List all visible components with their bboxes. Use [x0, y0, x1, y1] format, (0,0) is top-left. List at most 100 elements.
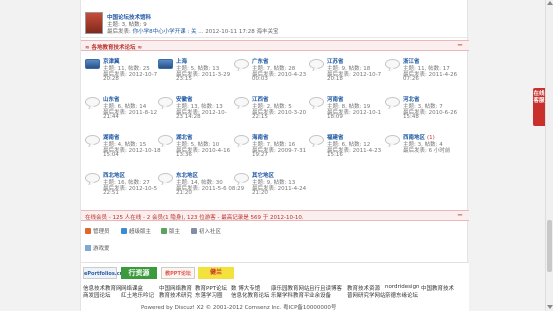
legend-label: 版主: [169, 229, 181, 235]
forum-status-icon: [234, 135, 249, 145]
forum-last-time: 15:16: [327, 152, 343, 158]
forum-cell[interactable]: 上海 主题: 5, 帖数: 13 最后发表: 2011-3-29 23:15: [156, 55, 231, 89]
section-header: ≈ 各地教育技术论坛 ≈ −: [81, 40, 469, 51]
online-user-name: 游戏爱: [93, 246, 110, 252]
last-post-time: ... 2012-10-11 17:28 海丰关宝: [198, 29, 279, 35]
forum-cell[interactable]: 江西省 主题: 2, 帖数: 5 最后发表: 2010-3-20 22:15: [232, 93, 307, 127]
friend-link[interactable]: 中国教育技术: [421, 284, 454, 292]
link-logo-jianlan[interactable]: 健兰: [198, 267, 234, 279]
forum-cell[interactable]: 浙江省 主题: 11, 帖数: 17 最后发表: 2011-4-26 07:26: [383, 55, 458, 89]
forum-status-icon: [309, 97, 324, 107]
forum-cell[interactable]: 西南地区 (1) 主题: 3, 帖数: 4 最后发表: 6 小时前: [383, 131, 458, 165]
forum-status-icon: [309, 59, 324, 69]
friend-link[interactable]: 商发园论坛: [83, 291, 111, 299]
forum-status-icon: [158, 97, 173, 107]
online-summary[interactable]: 在线会员 - 125 人在线 - 2 会员(1 隐身), 123 位游客 - 最…: [85, 213, 304, 221]
forum-last-time: 21:20: [252, 190, 268, 196]
friend-link[interactable]: 业余设备: [309, 291, 331, 299]
forum-last-post: 最后发表: 6 小时前: [403, 148, 451, 154]
forum-cell[interactable]: 京津冀 主题: 11, 帖数: 25 最后发表: 2012-10-7 20:28: [83, 55, 158, 89]
link-logo-resources[interactable]: 行资源: [121, 267, 157, 279]
friend-link[interactable]: 信息化教育论坛: [231, 291, 270, 299]
forum-thumbnail[interactable]: [85, 12, 103, 34]
online-service-tab[interactable]: 在线客服: [533, 88, 545, 126]
forum-cell[interactable]: 山东省 主题: 6, 帖数: 14 最后发表: 2011-8-12 21:44: [83, 93, 158, 127]
forum-cell[interactable]: 东北地区 主题: 14, 帖数: 30 最后发表: 2011-5-6 08:29 2…: [156, 169, 244, 203]
legend-admin: 管理员: [85, 227, 110, 235]
forum-cell[interactable]: 海南省 主题: 7, 帖数: 16 最后发表: 2009-7-31 19:27: [232, 131, 307, 165]
forum-last-time: 22:15: [252, 114, 268, 120]
forum-last-time: 00:03: [252, 76, 268, 82]
forum-cell[interactable]: 江苏省 主题: 9, 帖数: 18 最后发表: 2012-10-7 20:18: [307, 55, 382, 89]
legend-super-moderator: 超级版主: [121, 227, 151, 235]
legend-label: 超级版主: [129, 229, 152, 235]
scroll-down-icon[interactable]: [547, 305, 553, 309]
forum-status-icon: [234, 173, 249, 183]
friend-links: ePortfolios.cn 行资源 教PPT论坛 健兰 信息技术教育网 网络课盒…: [81, 262, 469, 311]
forum-last-time: 20:18: [327, 76, 343, 82]
forum-last-time: 22:51: [103, 190, 119, 196]
scrollbar-thumb[interactable]: [547, 220, 552, 272]
friend-link[interactable]: 乐聚学科教育平: [271, 291, 310, 299]
forum-status-icon: [85, 173, 100, 183]
online-user[interactable]: 游戏爱: [85, 244, 110, 252]
forum-cell[interactable]: 湖南省 主题: 4, 帖数: 15 最后发表: 2012-10-18 15:04: [83, 131, 161, 165]
forum-last-time: 21:44: [103, 114, 119, 120]
friend-link[interactable]: 红土地乐吟记: [121, 291, 154, 299]
forum-last-time: 20:28: [103, 76, 119, 82]
super-moderator-icon: [121, 228, 127, 234]
vertical-scrollbar[interactable]: [545, 0, 553, 311]
legend-newbie: 初入社区: [191, 227, 221, 235]
friend-link[interactable]: 东落学习圈: [195, 291, 223, 299]
forum-last-time: 23:15: [176, 76, 192, 82]
moderator-icon: [161, 228, 167, 234]
last-post-link[interactable]: 你小学8中心小学开课 : 关: [133, 29, 197, 35]
collapse-icon[interactable]: −: [457, 211, 463, 219]
forum-last-time: 13:36: [176, 152, 192, 158]
forum-last-time: 18:09: [327, 114, 343, 120]
forum-status-icon: [158, 59, 173, 69]
legend-label: 管理员: [93, 229, 110, 235]
collapse-icon[interactable]: −: [457, 41, 463, 49]
forum-status-icon: [85, 135, 100, 145]
forum-status-icon: [309, 135, 324, 145]
forum-last-time: 19:27: [252, 152, 268, 158]
forum-cell[interactable]: 其它地区 主题: 9, 帖数: 13 最后发表: 2011-4-24 21:20: [232, 169, 307, 203]
legend-label: 初入社区: [199, 229, 222, 235]
link-logo-eportfolios[interactable]: ePortfolios.cn: [83, 267, 123, 279]
footer-text: Powered by Discuz! X2 © 2001-2012 Comsen…: [141, 305, 337, 311]
forum-last-time: 15:48: [403, 114, 419, 120]
forum-status-icon: [85, 59, 100, 69]
forum-status-icon: [234, 97, 249, 107]
forum-status-icon: [85, 97, 100, 107]
user-icon: [85, 245, 91, 251]
forum-cell[interactable]: 安徽省 主题: 13, 帖数: 13 最后发表: 2012-10- 23 14:28: [156, 93, 231, 127]
forum-cell[interactable]: 福建省 主题: 6, 帖数: 12 最后发表: 2011-4-23 15:16: [307, 131, 382, 165]
top-forum-block: 中国论坛技术馆科 主题: 3, 帖数: 9 最后发表: 你小学8中心小学开课 :…: [81, 0, 469, 38]
friend-link[interactable]: 普网研究学网站: [347, 291, 386, 299]
scroll-up-icon[interactable]: [547, 1, 553, 5]
admin-icon: [85, 228, 91, 234]
forum-status-icon: [385, 135, 400, 145]
friend-link[interactable]: 奈德东缘论坛: [385, 291, 418, 299]
forum-last-post: 最后发表: 你小学8中心小学开课 : 关 ... 2012-10-11 17:2…: [107, 27, 347, 35]
last-post-prefix: 最后发表:: [107, 29, 131, 35]
link-logo-ppt[interactable]: 教PPT论坛: [161, 267, 195, 279]
newbie-icon: [191, 228, 197, 234]
friend-link[interactable]: 教育技术研究: [159, 291, 192, 299]
forum-status-icon: [234, 59, 249, 69]
forum-status-icon: [385, 97, 400, 107]
forum-cell[interactable]: 河南省 主题: 8, 帖数: 19 最后发表: 2012-10-1 18:09: [307, 93, 382, 127]
page-content: 中国论坛技术馆科 主题: 3, 帖数: 9 最后发表: 你小学8中心小学开课 :…: [80, 0, 469, 311]
forum-cell[interactable]: 湖北省 主题: 5, 帖数: 10 最后发表: 2010-4-16 13:36: [156, 131, 231, 165]
section-title[interactable]: ≈ 各地教育技术论坛 ≈: [85, 43, 142, 51]
forum-status-icon: [158, 173, 173, 183]
forum-status-icon: [385, 59, 400, 69]
friend-link[interactable]: nordridesign: [385, 284, 420, 290]
forum-cell[interactable]: 广东省 主题: 7, 帖数: 28 最后发表: 2010-4-23 00:03: [232, 55, 307, 89]
online-bar: 在线会员 - 125 人在线 - 2 会员(1 隐身), 123 位游客 - 最…: [81, 210, 469, 221]
forum-cell[interactable]: 西北地区 主题: 16, 帖数: 27 最后发表: 2012-10-5 22:51: [83, 169, 158, 203]
forum-last-time: 15:04: [103, 152, 119, 158]
legend-moderator: 版主: [161, 227, 180, 235]
forum-cell[interactable]: 河北省 主题: 3, 帖数: 7 最后发表: 2010-6-26 15:48: [383, 93, 458, 127]
